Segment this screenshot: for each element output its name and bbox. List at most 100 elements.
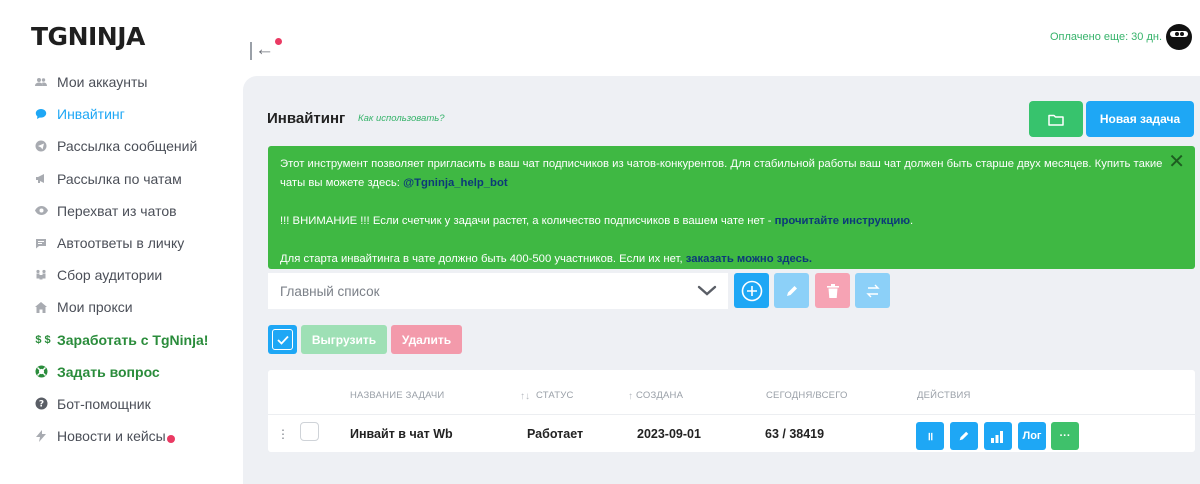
drag-handle-icon[interactable]: ⋮ xyxy=(277,427,289,441)
task-status: Работает xyxy=(527,427,584,441)
avatar[interactable] xyxy=(1166,24,1192,50)
sidebar-item-label: Перехват из чатов xyxy=(57,202,177,219)
list-select[interactable]: Главный список xyxy=(268,273,728,309)
sidebar-item-label: Рассылка по чатам xyxy=(57,170,182,187)
collapse-bar-icon xyxy=(250,42,252,60)
sidebar-item-label: Новости и кейсы xyxy=(57,428,166,445)
export-button[interactable]: Выгрузить xyxy=(301,325,387,354)
trash-icon xyxy=(826,283,839,298)
chevron-down-icon xyxy=(697,285,717,296)
pencil-icon xyxy=(959,431,969,441)
arrow-left-icon: ← xyxy=(255,39,274,60)
check-icon xyxy=(276,335,289,345)
task-created: 2023-09-01 xyxy=(637,427,701,441)
pencil-icon xyxy=(786,285,797,296)
sidebar-item-messaging[interactable]: Рассылка сообщений xyxy=(34,130,208,162)
info-alert: Этот инструмент позволяет пригласить в в… xyxy=(268,146,1195,269)
add-list-button[interactable] xyxy=(734,273,769,308)
sort-icon[interactable]: ↑↓ xyxy=(520,391,530,402)
sidebar-item-chat-mailing[interactable]: Рассылка по чатам xyxy=(34,163,208,195)
alert-line3: Для старта инвайтинга в чате должно быть… xyxy=(280,253,686,265)
sidebar-item-label: Заработать с TgNinja! xyxy=(57,331,209,348)
notification-dot xyxy=(166,435,175,444)
svg-text:?: ? xyxy=(38,400,43,410)
subscription-status: Оплачено еще: 30 дн. xyxy=(1050,31,1163,43)
send-icon xyxy=(34,139,48,153)
bulk-delete-button[interactable]: Удалить xyxy=(391,325,462,354)
sidebar-item-label: Бот-помощник xyxy=(57,395,151,412)
sidebar-item-bot[interactable]: ? Бот-помощник xyxy=(34,388,208,420)
stats-button[interactable] xyxy=(984,422,1012,450)
edit-task-button[interactable] xyxy=(950,422,978,450)
notification-dot xyxy=(275,38,282,45)
order-link[interactable]: заказать можно здесь. xyxy=(686,253,812,265)
sidebar-item-autoreply[interactable]: Автоответы в личку xyxy=(34,227,208,259)
log-button[interactable]: Лог xyxy=(1018,422,1046,450)
edit-list-button[interactable] xyxy=(774,273,809,308)
help-bot-link[interactable]: @Tgninja_help_bot xyxy=(403,177,508,189)
sidebar-item-inviting[interactable]: Инвайтинг xyxy=(34,98,208,130)
avatar-eye xyxy=(1180,32,1184,36)
main-panel: Инвайтинг Как использовать? Новая задача… xyxy=(243,76,1200,484)
header-status[interactable]: СТАТУС xyxy=(536,390,574,401)
plus-circle-icon xyxy=(741,280,762,301)
header-created[interactable]: СОЗДАНА xyxy=(636,390,683,401)
task-counts: 63 / 38419 xyxy=(765,427,825,441)
sidebar-item-proxies[interactable]: Мои прокси xyxy=(34,291,208,323)
sidebar-item-label: Мои аккаунты xyxy=(57,74,148,91)
sidebar-item-accounts[interactable]: Мои аккаунты xyxy=(34,66,208,98)
header-name[interactable]: НАЗВАНИЕ ЗАДАЧИ xyxy=(350,390,444,401)
sidebar-item-label: Рассылка сообщений xyxy=(57,138,198,155)
new-task-button[interactable]: Новая задача xyxy=(1086,101,1194,137)
lightning-icon xyxy=(34,429,48,443)
delete-list-button[interactable] xyxy=(815,273,850,308)
sidebar-item-label: Мои прокси xyxy=(57,299,133,316)
people-group-icon xyxy=(34,268,48,282)
tgninja-logo[interactable]: TGNINJA xyxy=(31,22,145,51)
folder-button[interactable] xyxy=(1029,101,1083,137)
sidebar-item-intercept[interactable]: Перехват из чатов xyxy=(34,195,208,227)
more-button[interactable]: ··· xyxy=(1051,422,1079,450)
sidebar-item-label: Задать вопрос xyxy=(57,363,160,380)
sidebar-item-earn[interactable]: $ $ Заработать с TgNinja! xyxy=(34,324,208,356)
howto-link[interactable]: Как использовать? xyxy=(358,113,445,124)
page-title: Инвайтинг xyxy=(267,110,346,127)
sidebar-item-label: Автоответы в личку xyxy=(57,235,185,252)
header-counts: СЕГОДНЯ/ВСЕГО xyxy=(766,390,848,401)
pause-button[interactable]: ॥ xyxy=(916,422,944,450)
instruction-link[interactable]: прочитайте инструкцию xyxy=(775,215,910,227)
task-name[interactable]: Инвайт в чат Wb xyxy=(350,427,453,441)
dollar-icon: $ $ xyxy=(35,333,51,346)
ninja-mask-icon xyxy=(1170,31,1188,37)
alert-start-note: Для старта инвайтинга в чате должно быть… xyxy=(280,250,1179,269)
sidebar: TGNINJA Мои аккаунты Инвайтинг Рассылка … xyxy=(0,0,243,484)
transfer-list-button[interactable] xyxy=(855,273,890,308)
alert-line2-tail: . xyxy=(910,215,914,227)
house-icon xyxy=(34,300,48,314)
bar-chart-icon xyxy=(991,430,1003,443)
megaphone-icon xyxy=(34,172,48,186)
select-all-checkbox[interactable] xyxy=(268,325,297,354)
alert-line2: !!! ВНИМАНИЕ !!! Если счетчик у задачи р… xyxy=(280,215,775,227)
tasks-table: НАЗВАНИЕ ЗАДАЧИ ↑↓ СТАТУС ↑ СОЗДАНА СЕГО… xyxy=(268,370,1195,452)
question-icon: ? xyxy=(34,397,48,411)
alert-warning: !!! ВНИМАНИЕ !!! Если счетчик у задачи р… xyxy=(280,212,1179,231)
collapse-sidebar-button[interactable]: ← xyxy=(248,38,282,62)
logo-tg-text: TG xyxy=(31,22,68,51)
users-icon xyxy=(34,75,48,89)
header-divider xyxy=(268,414,1195,415)
list-select-value: Главный список xyxy=(280,283,380,299)
sidebar-item-news[interactable]: Новости и кейсы xyxy=(34,420,208,452)
sort-icon[interactable]: ↑ xyxy=(628,391,633,402)
avatar-eye xyxy=(1175,32,1179,36)
logo-ninja-text: NINJA xyxy=(67,22,146,51)
sidebar-item-ask[interactable]: Задать вопрос xyxy=(34,356,208,388)
checkbox-frame xyxy=(272,329,293,350)
alert-text: Этот инструмент позволяет пригласить в в… xyxy=(280,155,1179,193)
row-checkbox[interactable] xyxy=(300,422,319,441)
sidebar-item-label: Инвайтинг xyxy=(57,106,125,123)
close-icon[interactable]: ✕ xyxy=(1168,152,1185,172)
sidebar-item-label: Сбор аудитории xyxy=(57,267,163,284)
sidebar-item-audience[interactable]: Сбор аудитории xyxy=(34,259,208,291)
pause-icon: ॥ xyxy=(926,430,934,443)
